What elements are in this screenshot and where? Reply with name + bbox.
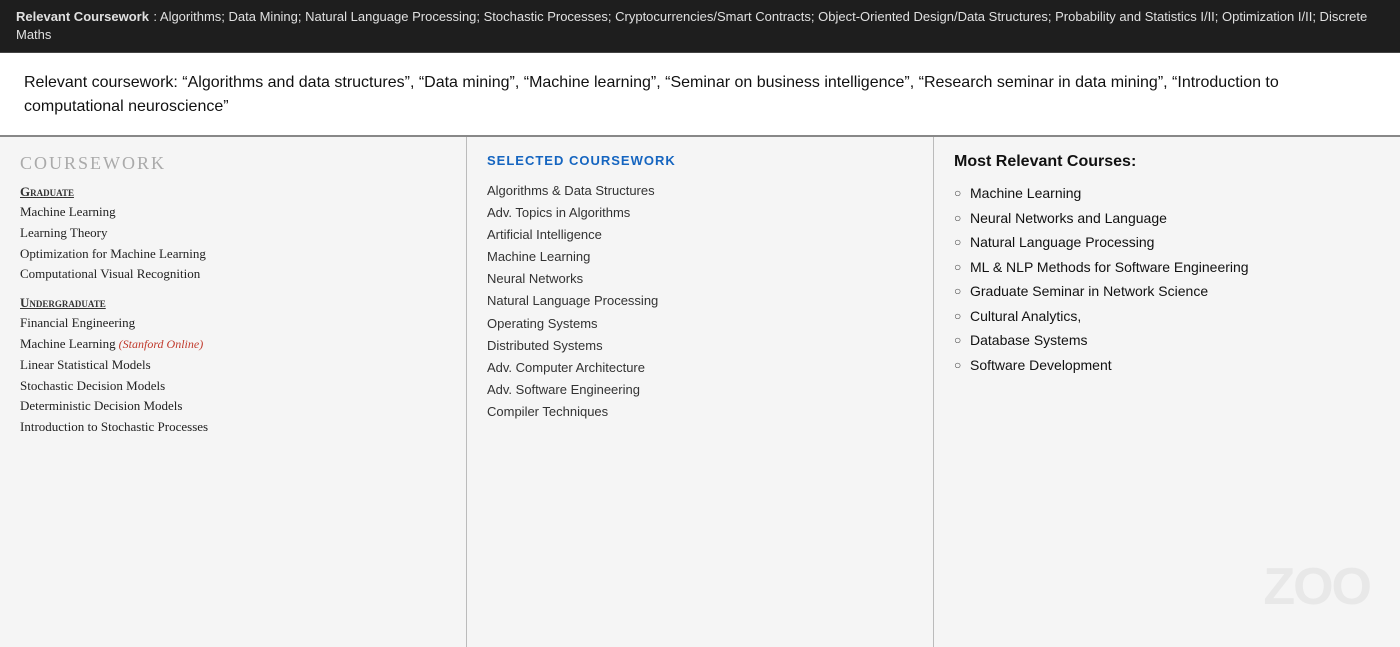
selected-course-ase: Adv. Software Engineering bbox=[487, 379, 913, 401]
columns-section: Coursework Graduate Machine Learning Lea… bbox=[0, 137, 1400, 647]
undergrad-course-lsm: Linear Statistical Models bbox=[20, 355, 446, 376]
selected-course-nlp: Natural Language Processing bbox=[487, 290, 913, 312]
relevant-coursework-label: Relevant Coursework bbox=[16, 9, 149, 24]
bullet-ca: ○ bbox=[954, 306, 970, 327]
undergrad-course-ml: Machine Learning (Stanford Online) bbox=[20, 334, 446, 355]
col-coursework: Coursework Graduate Machine Learning Lea… bbox=[0, 137, 467, 647]
relevant-course-ml-text: Machine Learning bbox=[970, 181, 1081, 206]
col2-title: Selected Coursework bbox=[487, 153, 913, 168]
relevant-course-ca-text: Cultural Analytics, bbox=[970, 304, 1081, 329]
undergrad-course-isp: Introduction to Stochastic Processes bbox=[20, 417, 446, 438]
bullet-nlp: ○ bbox=[954, 232, 970, 253]
grad-course-opt: Optimization for Machine Learning bbox=[20, 244, 446, 265]
selected-course-ads: Algorithms & Data Structures bbox=[487, 180, 913, 202]
selected-course-aca: Adv. Computer Architecture bbox=[487, 357, 913, 379]
relevant-course-gsns: ○ Graduate Seminar in Network Science bbox=[954, 279, 1380, 304]
col3-title: Most Relevant Courses: bbox=[954, 153, 1380, 171]
col1-title: Coursework bbox=[20, 153, 446, 174]
doc-text: Relevant coursework: “Algorithms and dat… bbox=[24, 74, 1279, 115]
relevant-courses-list: ○ Machine Learning ○ Neural Networks and… bbox=[954, 181, 1380, 377]
screenshot-container: Relevant Coursework : Algorithms; Data M… bbox=[0, 0, 1400, 647]
bullet-nnl: ○ bbox=[954, 208, 970, 229]
relevant-course-mlnlp-text: ML & NLP Methods for Software Engineerin… bbox=[970, 255, 1249, 280]
bullet-ml: ○ bbox=[954, 183, 970, 204]
col-selected-coursework: Selected Coursework Algorithms & Data St… bbox=[467, 137, 934, 647]
selected-course-ml: Machine Learning bbox=[487, 246, 913, 268]
bullet-sd: ○ bbox=[954, 355, 970, 376]
relevant-course-nnl-text: Neural Networks and Language bbox=[970, 206, 1167, 231]
selected-course-ds: Distributed Systems bbox=[487, 335, 913, 357]
graduate-header: Graduate bbox=[20, 184, 446, 200]
relevant-course-ca: ○ Cultural Analytics, bbox=[954, 304, 1380, 329]
col-most-relevant: Most Relevant Courses: ○ Machine Learnin… bbox=[934, 137, 1400, 647]
undergrad-courses-list: Financial Engineering Machine Learning (… bbox=[20, 313, 446, 438]
relevant-course-mlnlp: ○ ML & NLP Methods for Software Engineer… bbox=[954, 255, 1380, 280]
graduate-courses-list: Machine Learning Learning Theory Optimiz… bbox=[20, 202, 446, 285]
bullet-gsns: ○ bbox=[954, 281, 970, 302]
relevant-course-db-text: Database Systems bbox=[970, 328, 1088, 353]
relevant-course-gsns-text: Graduate Seminar in Network Science bbox=[970, 279, 1208, 304]
relevant-course-ml: ○ Machine Learning bbox=[954, 181, 1380, 206]
doc-area: Relevant coursework: “Algorithms and dat… bbox=[0, 53, 1400, 137]
relevant-course-nlp: ○ Natural Language Processing bbox=[954, 230, 1380, 255]
relevant-course-sd: ○ Software Development bbox=[954, 353, 1380, 378]
stanford-online-note: (Stanford Online) bbox=[116, 337, 204, 351]
selected-course-adv-alg: Adv. Topics in Algorithms bbox=[487, 202, 913, 224]
undergrad-course-sdm: Stochastic Decision Models bbox=[20, 376, 446, 397]
relevant-course-db: ○ Database Systems bbox=[954, 328, 1380, 353]
bullet-mlnlp: ○ bbox=[954, 257, 970, 278]
selected-course-os: Operating Systems bbox=[487, 313, 913, 335]
relevant-coursework-text: : Algorithms; Data Mining; Natural Langu… bbox=[16, 9, 1367, 42]
grad-course-cvr: Computational Visual Recognition bbox=[20, 264, 446, 285]
undergrad-course-ddm: Deterministic Decision Models bbox=[20, 396, 446, 417]
top-banner: Relevant Coursework : Algorithms; Data M… bbox=[0, 0, 1400, 53]
selected-course-ai: Artificial Intelligence bbox=[487, 224, 913, 246]
selected-course-ct: Compiler Techniques bbox=[487, 401, 913, 423]
undergrad-course-fe: Financial Engineering bbox=[20, 313, 446, 334]
undergrad-header: Undergraduate bbox=[20, 295, 446, 311]
relevant-course-nnl: ○ Neural Networks and Language bbox=[954, 206, 1380, 231]
selected-courses-list: Algorithms & Data Structures Adv. Topics… bbox=[487, 180, 913, 423]
bullet-db: ○ bbox=[954, 330, 970, 351]
relevant-course-nlp-text: Natural Language Processing bbox=[970, 230, 1154, 255]
grad-course-lt: Learning Theory bbox=[20, 223, 446, 244]
grad-course-ml: Machine Learning bbox=[20, 202, 446, 223]
relevant-course-sd-text: Software Development bbox=[970, 353, 1112, 378]
selected-course-nn: Neural Networks bbox=[487, 268, 913, 290]
